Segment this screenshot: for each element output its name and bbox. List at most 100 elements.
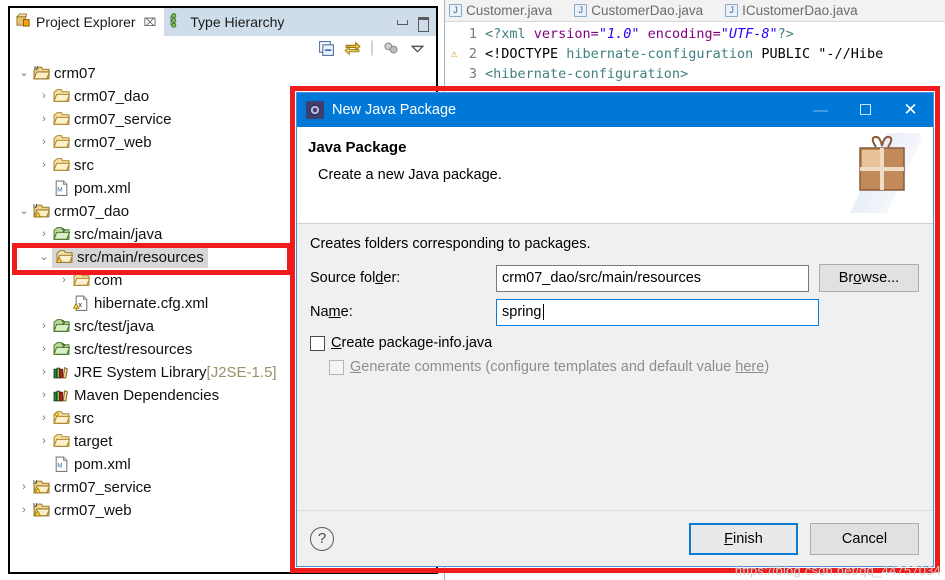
browse-button[interactable]: Br o wse... — [819, 264, 919, 292]
package-name-input[interactable]: spring — [496, 298, 819, 326]
help-icon[interactable]: ? — [310, 526, 334, 551]
tree-row-content: JRE System Library [J2SE-1.5] — [52, 364, 277, 381]
text-caret — [542, 304, 544, 320]
code-token: "-//Hibe — [818, 46, 884, 62]
chevron-down-icon[interactable]: ⌄ — [36, 252, 52, 263]
editor-tab-icustomerdao-java[interactable]: J ICustomerDao.java — [725, 3, 858, 18]
tree-row-content: src/main/java — [52, 226, 162, 243]
chevron-down-icon[interactable]: ⌄ — [16, 68, 32, 79]
checkbox-box[interactable] — [310, 335, 325, 351]
view-menu-icon[interactable] — [409, 40, 426, 57]
close-icon[interactable]: ⌧ — [144, 16, 157, 29]
maximize-view-button[interactable] — [417, 16, 430, 32]
warning-marker-icon[interactable]: ⚠ — [445, 44, 463, 64]
code-line: ⚠ 2 <!DOCTYPE hibernate-configuration PU… — [445, 44, 945, 64]
code-token: version= — [533, 26, 599, 42]
code-token: "1.0" — [598, 26, 640, 42]
tree-row-label: target — [74, 433, 113, 450]
folder-icon — [52, 111, 70, 128]
tab-project-explorer[interactable]: Project Explorer ⌧ — [10, 8, 165, 36]
view-menu-filter-icon[interactable] — [383, 40, 400, 57]
view-toolbar: | — [10, 36, 436, 60]
svg-text:M: M — [57, 187, 62, 194]
source-folder-input[interactable]: crm07_dao/src/main/resources — [496, 264, 809, 292]
code-token: "UTF-8" — [720, 26, 778, 42]
tree-row-label: com — [94, 272, 123, 289]
tree-row-content: Mcrm07 — [32, 65, 96, 82]
package-name-row: Name: spring — [310, 297, 919, 327]
source-folder-label: Source folder: — [310, 270, 401, 286]
dialog-title: New Java Package — [332, 102, 457, 118]
chevron-right-icon[interactable]: › — [36, 413, 52, 424]
editor-tab-customerdao-java[interactable]: J CustomerDao.java — [574, 3, 703, 18]
chevron-right-icon[interactable]: › — [36, 229, 52, 240]
tree-row-content: com — [72, 272, 122, 289]
tree-row-content: src — [52, 410, 94, 427]
chevron-right-icon[interactable]: › — [36, 344, 52, 355]
dialog-action-buttons: Finish Cancel — [689, 522, 919, 555]
chevron-down-icon[interactable]: ⌄ — [16, 206, 32, 217]
chevron-right-icon[interactable]: › — [16, 482, 32, 493]
folder-icon — [52, 88, 70, 105]
svg-text:M: M — [33, 503, 37, 509]
chevron-right-icon[interactable]: › — [56, 275, 72, 286]
source-folder-icon — [52, 341, 70, 358]
cancel-button[interactable]: Cancel — [810, 522, 919, 555]
link-with-editor-icon[interactable] — [344, 40, 361, 57]
chevron-right-icon[interactable]: › — [36, 367, 52, 378]
tree-row-label: src/test/java — [74, 318, 155, 335]
line-number: 1 — [468, 26, 477, 42]
watermark-text: https://blog.csdn.net/qq_44757034 — [734, 563, 941, 578]
folder-icon — [52, 134, 70, 151]
code-viewer[interactable]: 1 <?xml version= "1.0" encoding= "UTF-8" ?>… — [445, 22, 945, 84]
close-button[interactable]: ✕ — [888, 93, 933, 127]
editor-tab-label: Customer.java — [466, 3, 553, 18]
chevron-right-icon[interactable]: › — [16, 505, 32, 516]
screenshot-root: J Customer.java J CustomerDao.java J ICu… — [0, 0, 945, 580]
source-folder-icon — [52, 226, 70, 243]
java-file-icon: J — [574, 4, 588, 17]
dialog-note: Creates folders corresponding to package… — [310, 236, 591, 252]
library-icon — [52, 364, 70, 381]
svg-text:M: M — [34, 66, 38, 72]
tree-row-label: hibernate.cfg.xml — [94, 295, 209, 312]
create-package-info-checkbox[interactable]: Create package-info.java — [310, 335, 919, 351]
collapse-all-icon[interactable] — [318, 40, 335, 57]
chevron-right-icon[interactable]: › — [36, 160, 52, 171]
chevron-right-icon[interactable]: › — [36, 390, 52, 401]
chevron-right-icon[interactable]: › — [36, 321, 52, 332]
dialog-title-bar[interactable]: New Java Package — ☐ ✕ — [297, 93, 933, 127]
maven-project-icon: M — [32, 65, 50, 82]
tree-row-label: src — [74, 410, 94, 427]
gift-box-icon — [843, 133, 921, 213]
tree-row-content: target — [52, 433, 112, 450]
tree-row-content: crm07_web — [52, 134, 152, 151]
tree-row-content: Maven Dependencies — [52, 387, 219, 404]
tree-row[interactable]: ⌄ Mcrm07 — [10, 62, 436, 85]
tree-row-label: src/main/resources — [77, 248, 204, 266]
minimize-button[interactable]: — — [798, 93, 843, 127]
tree-row-content: src/test/resources — [52, 341, 192, 358]
tree-row-content: src/main/resources — [52, 247, 208, 268]
xml-file-icon: M — [52, 180, 70, 197]
finish-button[interactable]: Finish — [689, 522, 798, 555]
editor-tab-customer-java[interactable]: J Customer.java — [449, 3, 552, 18]
tree-row-label: crm07_web — [74, 134, 152, 151]
source-folder-icon — [52, 318, 70, 335]
templates-link[interactable]: here — [735, 359, 764, 375]
editor-tab-label: CustomerDao.java — [591, 3, 704, 18]
tree-row-label: crm07 — [54, 65, 96, 82]
chevron-right-icon[interactable]: › — [36, 91, 52, 102]
code-token: <?xml — [485, 26, 534, 42]
dialog-footer: ? Finish Cancel — [297, 510, 933, 566]
chevron-right-icon[interactable]: › — [36, 137, 52, 148]
chevron-right-icon[interactable]: › — [36, 436, 52, 447]
tree-row-content: x hibernate.cfg.xml — [72, 295, 208, 312]
checkbox-label: Create package-info.java — [331, 335, 493, 351]
tab-type-hierarchy[interactable]: Type Hierarchy — [164, 8, 293, 36]
code-token: ?> — [777, 26, 794, 42]
minimize-view-button[interactable] — [396, 17, 409, 28]
editor-tab-bar: J Customer.java J CustomerDao.java J ICu… — [445, 0, 945, 22]
chevron-right-icon[interactable]: › — [36, 114, 52, 125]
maximize-button[interactable]: ☐ — [843, 93, 888, 127]
